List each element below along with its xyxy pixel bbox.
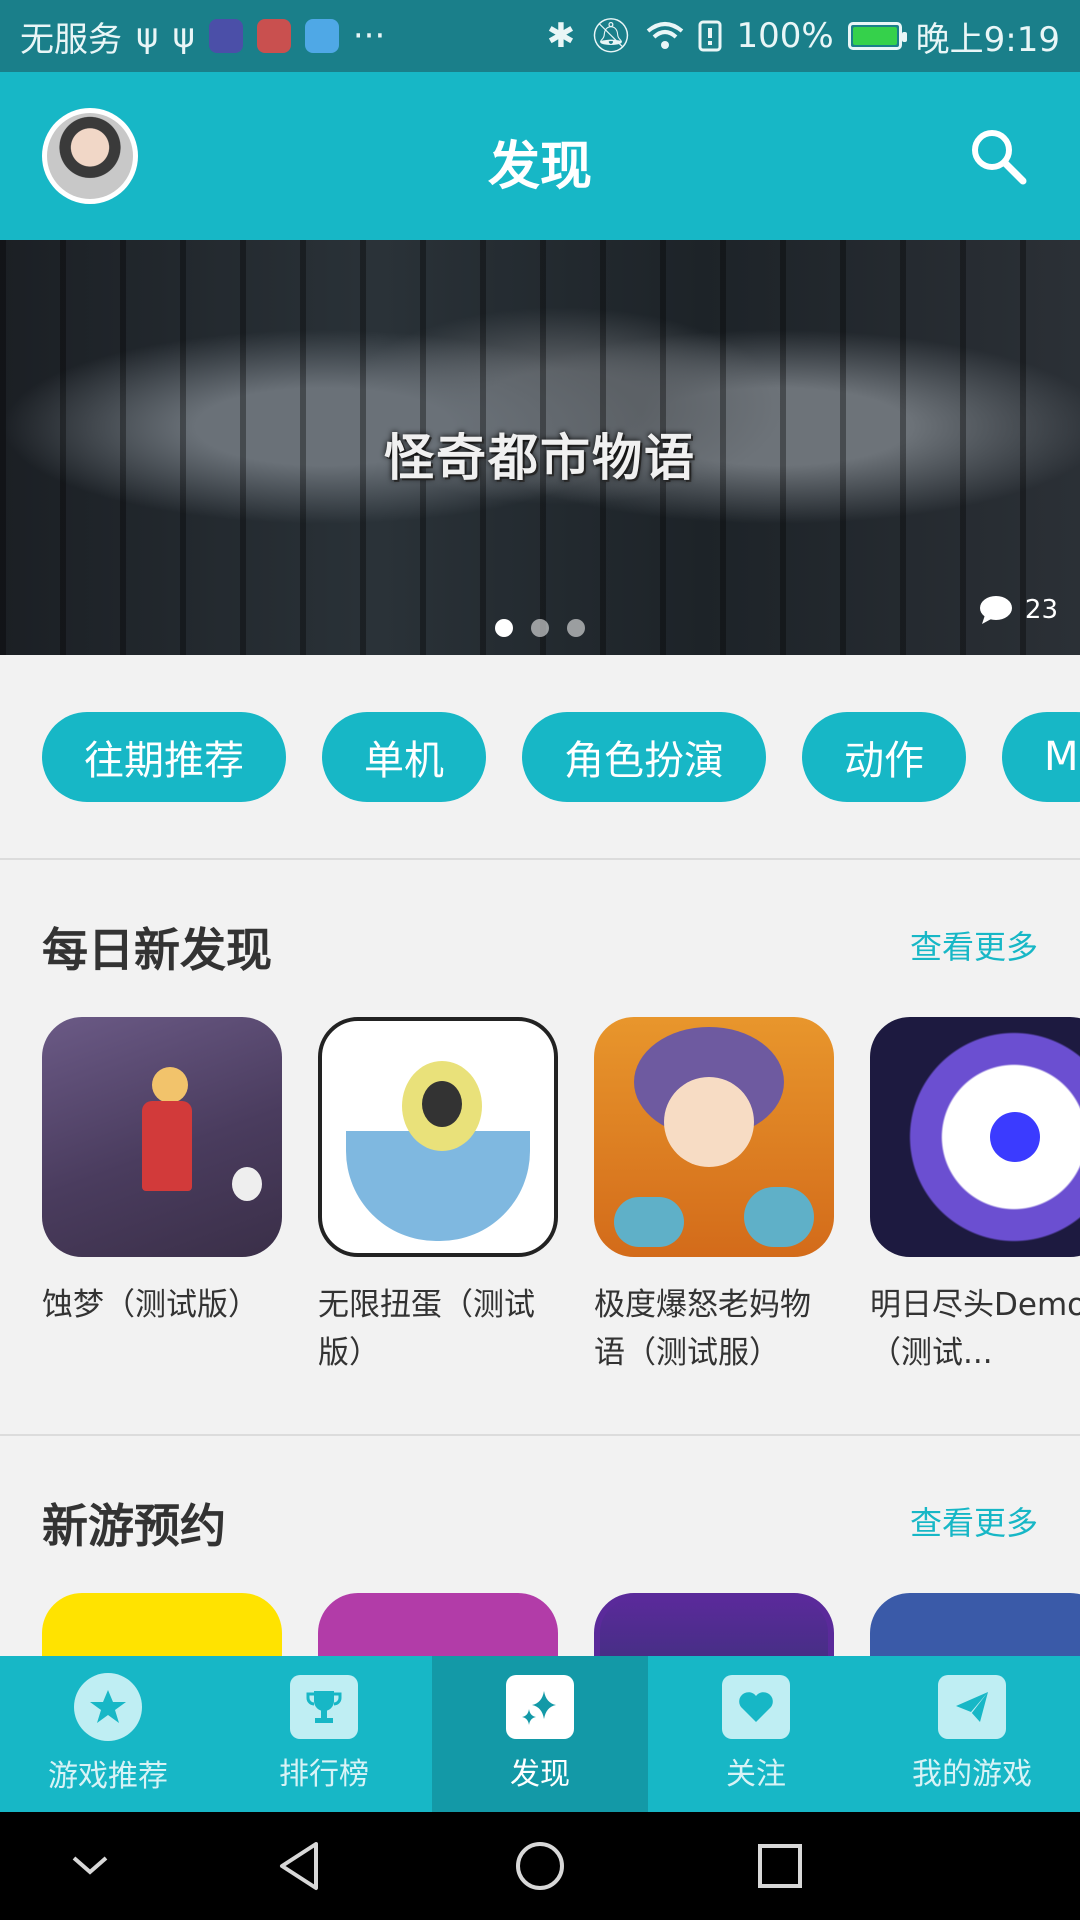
nav-discover[interactable]: 发现 xyxy=(432,1656,648,1812)
wifi-icon xyxy=(647,22,684,49)
comment-icon xyxy=(979,596,1012,624)
system-navigation-bar xyxy=(0,1812,1080,1920)
game-list: 蚀梦（测试版） 无限扭蛋（测试版） 极度爆怒老妈物语（测试服） 明日尽头Demo… xyxy=(42,1017,1080,1377)
comment-count-text: 23 xyxy=(1024,595,1058,625)
game-icon xyxy=(318,1017,558,1257)
tag-more[interactable]: M xyxy=(1002,712,1080,802)
carrier-text: 无服务 xyxy=(20,19,122,60)
banner-title: 怪奇都市物语 xyxy=(384,429,696,487)
new-game-preorder-section: 新游预约 查看更多 xyxy=(0,1438,1080,1658)
carousel-dot xyxy=(567,619,585,637)
paper-plane-icon xyxy=(938,1675,1006,1739)
comment-count[interactable]: 23 xyxy=(979,595,1058,625)
carousel-dot xyxy=(531,619,549,637)
star-icon xyxy=(74,1673,142,1741)
game-name: 极度爆怒老妈物语（测试服） xyxy=(594,1287,811,1371)
recent-apps-icon[interactable] xyxy=(756,1842,804,1890)
nav-follow[interactable]: 关注 xyxy=(648,1656,864,1812)
game-card[interactable]: 蚀梦（测试版） xyxy=(42,1017,282,1377)
see-more-link[interactable]: 查看更多 xyxy=(910,922,1038,968)
app-header: 发现 xyxy=(0,72,1080,240)
daily-discovery-section: 每日新发现 查看更多 蚀梦（测试版） 无限扭蛋（测试版） 极度爆怒老妈物语（测试… xyxy=(0,862,1080,1436)
game-name: 蚀梦（测试版） xyxy=(42,1287,259,1323)
carousel-dot xyxy=(495,619,513,637)
usb-icon: ψ xyxy=(136,16,159,56)
game-card[interactable]: 极度爆怒老妈物语（测试服） xyxy=(594,1017,834,1377)
game-icon xyxy=(594,1017,834,1257)
nav-label: 排行榜 xyxy=(279,1757,369,1792)
back-icon[interactable] xyxy=(276,1840,324,1892)
nav-label: 游戏推荐 xyxy=(48,1759,168,1794)
tag-rpg[interactable]: 角色扮演 xyxy=(522,712,766,802)
status-bar: 无服务 ψ ψ ··· ✱ 🔕︎ 100% 晚上9:19 xyxy=(0,0,1080,72)
carousel-indicator xyxy=(0,619,1080,637)
nav-label: 我的游戏 xyxy=(912,1757,1032,1792)
game-name: 无限扭蛋（测试版） xyxy=(318,1287,535,1371)
tag-past-recommend[interactable]: 往期推荐 xyxy=(42,712,286,802)
trophy-icon xyxy=(290,1675,358,1739)
app-notification-icon xyxy=(304,19,339,53)
bluetooth-icon: ✱ xyxy=(546,16,576,56)
game-icon xyxy=(42,1017,282,1257)
preorder-list-viewport xyxy=(0,1593,1080,1658)
battery-fill xyxy=(852,27,897,45)
tag-single-player[interactable]: 单机 xyxy=(322,712,486,802)
sparkle-icon xyxy=(506,1675,574,1739)
clock: 晚上9:19 xyxy=(915,19,1060,60)
usb-icon: ψ xyxy=(172,16,195,56)
nav-ranking[interactable]: 排行榜 xyxy=(216,1656,432,1812)
see-more-link[interactable]: 查看更多 xyxy=(910,1498,1038,1544)
game-card[interactable]: 明日尽头Demo（测试... xyxy=(870,1017,1080,1377)
game-icon[interactable] xyxy=(594,1593,834,1658)
more-notifications-icon: ··· xyxy=(352,16,386,56)
app-notification-icon xyxy=(256,19,291,53)
app-notification-icon xyxy=(208,19,243,53)
discover-screen: 无服务 ψ ψ ··· ✱ 🔕︎ 100% 晚上9:19 发现 怪奇都市物语 2… xyxy=(0,0,1080,1920)
search-icon[interactable] xyxy=(968,126,1028,186)
mute-icon: 🔕︎ xyxy=(589,16,633,56)
nav-game-recommend[interactable]: 游戏推荐 xyxy=(0,1656,216,1812)
game-name: 明日尽头Demo（测试... xyxy=(870,1287,1080,1371)
section-title: 新游预约 xyxy=(42,1499,226,1553)
tag-action[interactable]: 动作 xyxy=(802,712,966,802)
nav-label: 发现 xyxy=(510,1757,570,1792)
banner-carousel[interactable]: 怪奇都市物语 23 xyxy=(0,240,1080,655)
game-icon[interactable] xyxy=(318,1593,558,1658)
game-icon xyxy=(870,1017,1080,1257)
battery-percent: 100% xyxy=(736,16,834,56)
preorder-game-list xyxy=(42,1593,1080,1658)
bottom-navigation: 游戏推荐 排行榜 发现 关注 我的游戏 xyxy=(0,1656,1080,1812)
heart-icon xyxy=(722,1675,790,1739)
section-title: 每日新发现 xyxy=(42,923,272,977)
category-tags: 往期推荐 单机 角色扮演 动作 M xyxy=(0,655,1080,860)
storage-icon xyxy=(698,20,722,52)
tag-list: 往期推荐 单机 角色扮演 动作 M xyxy=(42,712,1080,802)
game-icon[interactable] xyxy=(870,1593,1080,1658)
hide-keyboard-icon[interactable] xyxy=(70,1850,110,1880)
game-card[interactable]: 无限扭蛋（测试版） xyxy=(318,1017,558,1377)
nav-my-games[interactable]: 我的游戏 xyxy=(864,1656,1080,1812)
battery-icon xyxy=(847,22,907,50)
game-icon[interactable] xyxy=(42,1593,282,1658)
page-title: 发现 xyxy=(487,137,592,197)
nav-label: 关注 xyxy=(726,1757,786,1792)
home-icon[interactable] xyxy=(514,1840,566,1892)
